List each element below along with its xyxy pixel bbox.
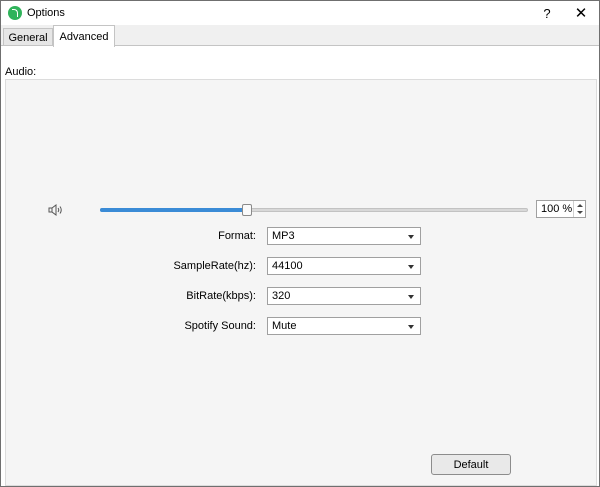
- samplerate-select[interactable]: 44100: [267, 257, 421, 275]
- audio-section-label: Audio:: [5, 66, 37, 78]
- format-label: Format:: [218, 230, 256, 242]
- volume-spinbox-value[interactable]: 100 %: [541, 203, 572, 215]
- chevron-down-icon[interactable]: [408, 265, 414, 269]
- chevron-down-icon[interactable]: [408, 235, 414, 239]
- help-button[interactable]: ?: [529, 1, 565, 25]
- volume-spinbox[interactable]: 100 %: [536, 200, 586, 218]
- samplerate-label: SampleRate(hz):: [173, 260, 256, 272]
- window-title: Options: [27, 7, 65, 19]
- chevron-down-icon[interactable]: [408, 295, 414, 299]
- format-select-value: MP3: [272, 230, 295, 242]
- tab-advanced[interactable]: Advanced: [53, 25, 115, 47]
- volume-slider-handle[interactable]: [242, 204, 252, 216]
- speaker-icon[interactable]: [48, 204, 64, 216]
- samplerate-select-value: 44100: [272, 260, 303, 272]
- bitrate-select-value: 320: [272, 290, 291, 302]
- audio-group: 100 % Format: MP3 SampleRate(hz): 44100 …: [5, 79, 597, 486]
- spotify-sound-label: Spotify Sound:: [184, 320, 256, 332]
- close-button[interactable]: ✕: [563, 1, 599, 25]
- spotify-sound-select[interactable]: Mute: [267, 317, 421, 335]
- format-select[interactable]: MP3: [267, 227, 421, 245]
- volume-slider-fill: [100, 208, 247, 212]
- spin-down-icon[interactable]: [577, 211, 583, 214]
- default-button[interactable]: Default: [431, 454, 511, 475]
- tab-bar: General Advanced: [1, 25, 599, 47]
- options-window: Options ? ✕ General Advanced Audio: 100 …: [0, 0, 600, 487]
- volume-slider[interactable]: [100, 204, 528, 216]
- volume-spinbox-arrows[interactable]: [573, 201, 585, 217]
- advanced-panel: Audio: 100 % Format: MP3 SampleRate(hz):…: [1, 45, 599, 486]
- app-icon: [8, 6, 22, 20]
- chevron-down-icon[interactable]: [408, 325, 414, 329]
- bitrate-select[interactable]: 320: [267, 287, 421, 305]
- title-bar: Options ? ✕: [1, 1, 599, 25]
- bitrate-label: BitRate(kbps):: [186, 290, 256, 302]
- spin-up-icon[interactable]: [577, 204, 583, 207]
- spotify-sound-select-value: Mute: [272, 320, 297, 332]
